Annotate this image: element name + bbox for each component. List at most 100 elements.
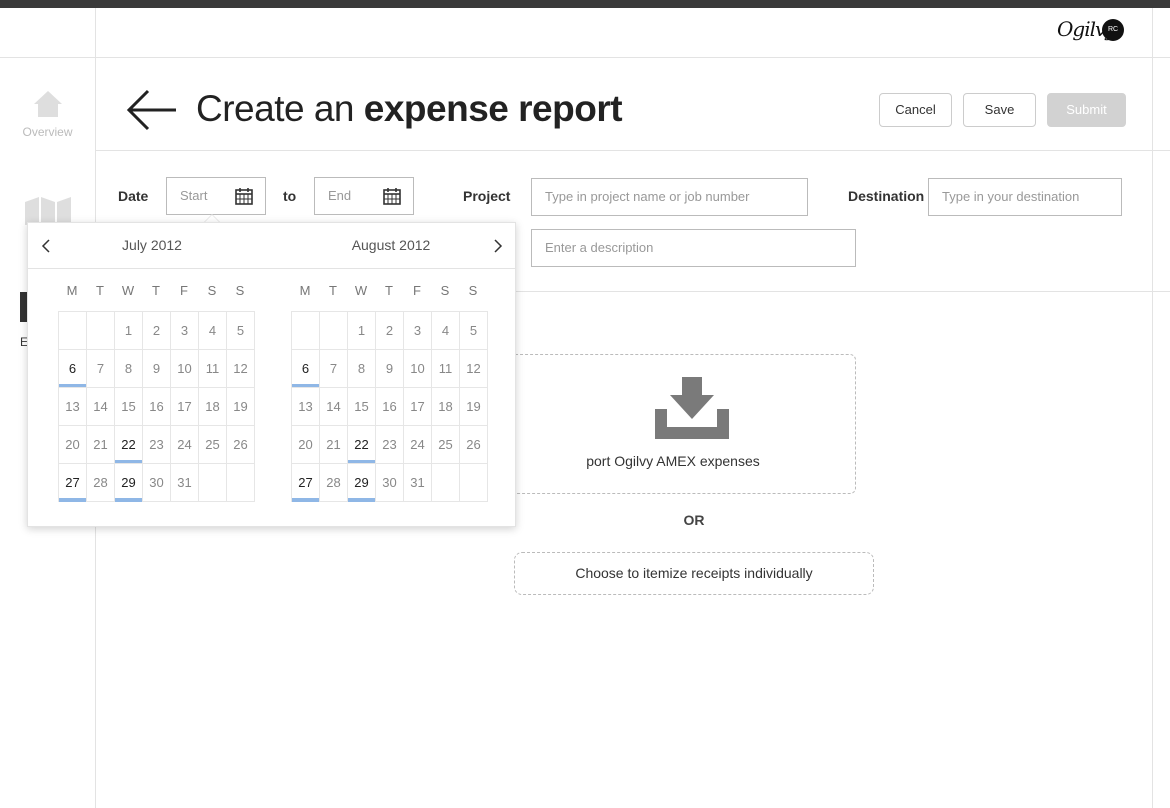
date-picker: July 2012 August 2012 M T W T F S S 1 2 3 4 5 6 7 8 9 10…: [27, 222, 516, 527]
calendar-day[interactable]: 9: [142, 349, 171, 388]
calendar-day[interactable]: 5: [226, 311, 255, 350]
calendar-day[interactable]: 12: [226, 349, 255, 388]
download-icon: [655, 377, 729, 439]
calendar-day[interactable]: 17: [403, 387, 432, 426]
calendar-day[interactable]: 4: [431, 311, 460, 350]
destination-label: Destination: [848, 188, 925, 204]
month-title-july: July 2012: [122, 237, 182, 253]
calendar-day[interactable]: 26: [226, 425, 255, 464]
calendar-day[interactable]: 21: [319, 425, 348, 464]
calendar-day[interactable]: 16: [142, 387, 171, 426]
calendar-empty-cell: [431, 463, 460, 502]
calendar-day[interactable]: 11: [198, 349, 227, 388]
calendar-day[interactable]: 30: [142, 463, 171, 502]
submit-button[interactable]: Submit: [1047, 93, 1126, 127]
calendar-day[interactable]: 30: [375, 463, 404, 502]
calendar-day[interactable]: 2: [142, 311, 171, 350]
calendar-day[interactable]: 31: [170, 463, 199, 502]
calendar-day[interactable]: 14: [319, 387, 348, 426]
calendar-empty-cell: [198, 463, 227, 502]
calendar-day[interactable]: 21: [86, 425, 115, 464]
calendar-day[interactable]: 18: [431, 387, 460, 426]
calendar-day[interactable]: 18: [198, 387, 227, 426]
calendar-empty-cell: [58, 311, 87, 350]
chevron-right-icon[interactable]: [490, 237, 506, 255]
start-date-input[interactable]: Start: [166, 177, 266, 215]
weekday-header: F: [180, 283, 188, 298]
calendar-day[interactable]: 1: [347, 311, 376, 350]
calendar-day[interactable]: 22: [114, 425, 143, 464]
calendar-day[interactable]: 22: [347, 425, 376, 464]
calendar-day[interactable]: 27: [58, 463, 87, 502]
calendar-day[interactable]: 6: [291, 349, 320, 388]
calendar-day[interactable]: 11: [431, 349, 460, 388]
calendar-day[interactable]: 7: [319, 349, 348, 388]
end-date-input[interactable]: End: [314, 177, 414, 215]
page-title-bold: expense report: [363, 88, 623, 129]
calendar-day[interactable]: 3: [170, 311, 199, 350]
weekday-header: F: [413, 283, 421, 298]
weekday-header: S: [468, 283, 478, 298]
calendar-empty-cell: [86, 311, 115, 350]
calendar-day[interactable]: 28: [319, 463, 348, 502]
calendar-day[interactable]: 24: [170, 425, 199, 464]
calendar-day[interactable]: 24: [403, 425, 432, 464]
page-title-light: Create an: [196, 88, 355, 129]
calendar-day[interactable]: 3: [403, 311, 432, 350]
weekday-header: M: [299, 283, 311, 298]
calendar-day[interactable]: 15: [347, 387, 376, 426]
cancel-button[interactable]: Cancel: [879, 93, 952, 127]
weekday-header: T: [385, 283, 393, 298]
weekday-header: W: [121, 283, 135, 298]
calendar-day[interactable]: 14: [86, 387, 115, 426]
calendar-day[interactable]: 10: [403, 349, 432, 388]
project-label: Project: [463, 188, 511, 204]
calendar-icon: [235, 188, 253, 205]
app-header: [96, 8, 1170, 58]
calendar-day[interactable]: 16: [375, 387, 404, 426]
back-arrow-icon[interactable]: [126, 88, 178, 132]
calendar-day[interactable]: 25: [431, 425, 460, 464]
calendar-day[interactable]: 10: [170, 349, 199, 388]
calendar-day[interactable]: 29: [347, 463, 376, 502]
calendar-day[interactable]: 2: [375, 311, 404, 350]
calendar-day[interactable]: 8: [114, 349, 143, 388]
calendar-day[interactable]: 23: [142, 425, 171, 464]
calendar-day[interactable]: 28: [86, 463, 115, 502]
calendar-day[interactable]: 9: [375, 349, 404, 388]
calendar-day[interactable]: 1: [114, 311, 143, 350]
calendar-day[interactable]: 25: [198, 425, 227, 464]
calendar-day[interactable]: 23: [375, 425, 404, 464]
calendar-day[interactable]: 15: [114, 387, 143, 426]
description-input[interactable]: Enter a description: [531, 229, 856, 267]
calendar-day[interactable]: 27: [291, 463, 320, 502]
calendar-day[interactable]: 13: [58, 387, 87, 426]
calendar-day[interactable]: 31: [403, 463, 432, 502]
calendar-day[interactable]: 12: [459, 349, 488, 388]
calendar-day[interactable]: 26: [459, 425, 488, 464]
weekday-header: T: [329, 283, 337, 298]
calendar-day[interactable]: 5: [459, 311, 488, 350]
calendar-day[interactable]: 6: [58, 349, 87, 388]
calendar-day[interactable]: 20: [291, 425, 320, 464]
calendar-day[interactable]: 4: [198, 311, 227, 350]
page-title: Create an expense report: [196, 88, 623, 130]
calendar-day[interactable]: 17: [170, 387, 199, 426]
calendar-day[interactable]: 13: [291, 387, 320, 426]
calendar-day[interactable]: 19: [459, 387, 488, 426]
calendar-day[interactable]: 8: [347, 349, 376, 388]
calendar-day[interactable]: 29: [114, 463, 143, 502]
calendar-day[interactable]: 19: [226, 387, 255, 426]
avatar[interactable]: RC: [1102, 19, 1124, 41]
picker-caret: [204, 214, 220, 222]
weekday-header: S: [207, 283, 217, 298]
project-input[interactable]: Type in project name or job number: [531, 178, 808, 216]
calendar-day[interactable]: 20: [58, 425, 87, 464]
calendar-day[interactable]: 7: [86, 349, 115, 388]
destination-input[interactable]: Type in your destination: [928, 178, 1122, 216]
save-button[interactable]: Save: [963, 93, 1036, 127]
to-label: to: [283, 188, 297, 204]
sidebar-item-overview[interactable]: Overview: [0, 90, 95, 139]
itemize-receipts-button[interactable]: Choose to itemize receipts individually: [514, 552, 874, 595]
import-amex-dropzone[interactable]: port Ogilvy AMEX expenses: [494, 354, 856, 494]
